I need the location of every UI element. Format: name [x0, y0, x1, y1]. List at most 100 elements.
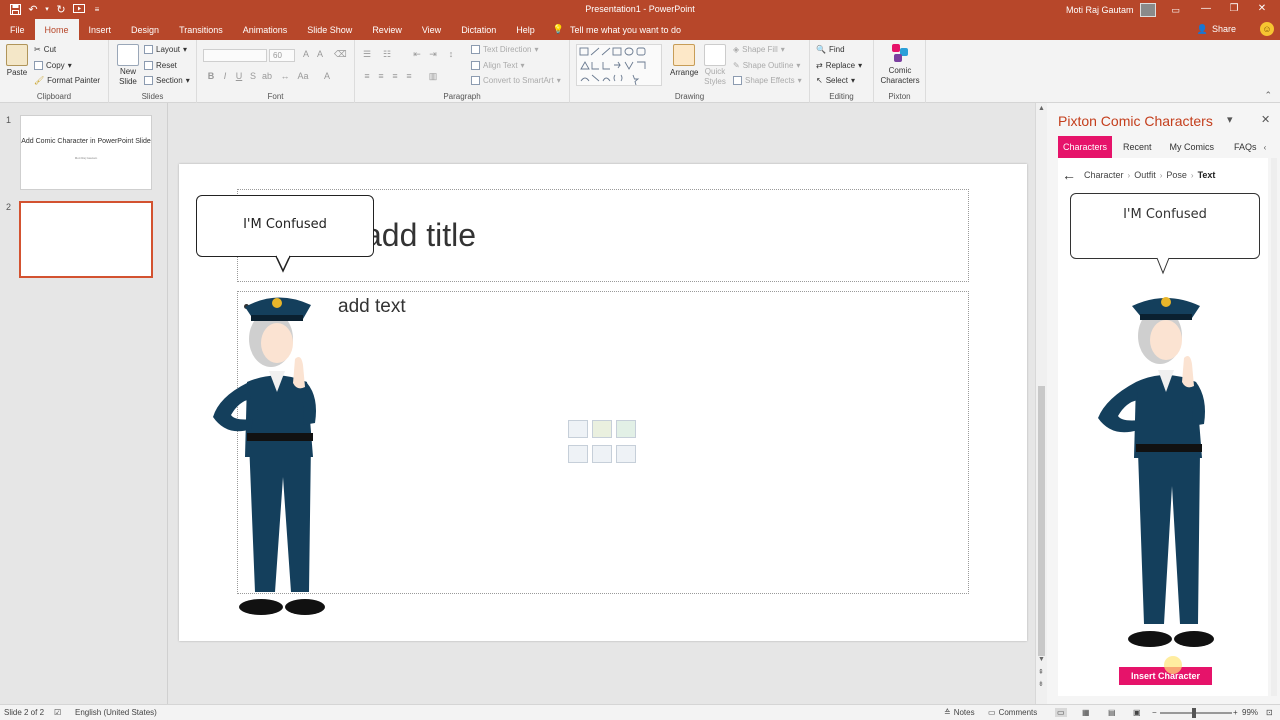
tab-faqs[interactable]: FAQs [1229, 136, 1262, 158]
insert-chart-icon[interactable] [592, 420, 612, 438]
tab-insert[interactable]: Insert [79, 19, 122, 40]
spell-check-icon[interactable]: ☑ [54, 708, 61, 717]
find-button[interactable]: 🔍 Find [816, 45, 845, 54]
tab-characters[interactable]: Characters [1058, 136, 1113, 158]
slide-speech-bubble[interactable]: I'M Confused [196, 195, 374, 257]
arrange-button[interactable]: Arrange [670, 44, 698, 77]
back-arrow-icon[interactable]: ← [1062, 167, 1076, 183]
scroll-up-icon[interactable]: ▲ [1038, 105, 1045, 112]
ribbon-display-icon[interactable]: ▭ [1172, 5, 1181, 16]
numbering-icon[interactable]: ☷ [381, 49, 393, 60]
reading-view-icon[interactable]: ▤ [1108, 708, 1116, 717]
char-spacing-icon[interactable]: ↔ [279, 71, 291, 81]
align-right-icon[interactable]: ≡ [389, 71, 401, 81]
tab-file[interactable]: File [0, 19, 35, 40]
tab-my-comics[interactable]: My Comics [1165, 136, 1220, 158]
breadcrumb-character[interactable]: Character [1084, 170, 1124, 180]
tab-slide-show[interactable]: Slide Show [297, 19, 362, 40]
align-left-icon[interactable]: ≡ [361, 71, 373, 81]
tab-recent[interactable]: Recent [1118, 136, 1157, 158]
character-preview[interactable] [1086, 294, 1226, 654]
shrink-font-icon[interactable]: A [314, 49, 326, 59]
section-button[interactable]: Section ▾ [144, 76, 190, 85]
share-button[interactable]: 👤 Share [1197, 24, 1236, 35]
zoom-level[interactable]: 99% [1242, 708, 1258, 717]
comments-button[interactable]: ▭ Comments [988, 708, 1037, 717]
insert-picture-icon[interactable] [568, 445, 588, 463]
font-color-icon[interactable]: A [321, 71, 333, 81]
shapes-gallery[interactable] [576, 44, 662, 86]
new-slide-button[interactable]: New Slide [117, 44, 139, 86]
line-spacing-icon[interactable]: ↕ [445, 49, 457, 59]
insert-table-icon[interactable] [568, 420, 588, 438]
increase-indent-icon[interactable]: ⇥ [427, 49, 439, 60]
insert-online-picture-icon[interactable] [592, 445, 612, 463]
replace-button[interactable]: ⇄ Replace ▾ [816, 61, 862, 70]
tab-animations[interactable]: Animations [233, 19, 298, 40]
tab-review[interactable]: Review [362, 19, 412, 40]
clear-formatting-icon[interactable]: ⌫ [334, 49, 347, 60]
change-case-icon[interactable]: Aa [297, 71, 309, 81]
tab-transitions[interactable]: Transitions [169, 19, 233, 40]
scroll-down-icon[interactable]: ▼ [1038, 656, 1045, 663]
shape-outline-button[interactable]: ✎ Shape Outline ▾ [733, 61, 800, 70]
align-center-icon[interactable]: ≡ [375, 71, 387, 81]
bold-icon[interactable]: B [205, 71, 217, 81]
breadcrumb-pose[interactable]: Pose [1166, 170, 1187, 180]
columns-icon[interactable]: ▥ [427, 71, 439, 82]
next-slide-icon[interactable]: ⇟ [1038, 680, 1044, 688]
language-status[interactable]: English (United States) [75, 708, 157, 717]
minimize-icon[interactable]: — [1192, 2, 1220, 16]
close-pane-icon[interactable]: ✕ [1261, 113, 1270, 126]
user-account[interactable]: Moti Raj Gautam ▭ [1066, 3, 1180, 17]
slide-thumbnail-2[interactable] [19, 201, 153, 278]
feedback-smiley-icon[interactable]: ☺ [1260, 22, 1274, 36]
insert-video-icon[interactable] [616, 445, 636, 463]
shadow-icon[interactable]: S [247, 71, 259, 81]
reset-button[interactable]: Reset [144, 61, 177, 70]
smartart-button[interactable]: Convert to SmartArt ▾ [471, 76, 561, 85]
tab-dictation[interactable]: Dictation [451, 19, 506, 40]
breadcrumb-text[interactable]: Text [1198, 170, 1216, 180]
scrollbar-thumb[interactable] [1038, 386, 1045, 656]
quick-styles-button[interactable]: Quick Styles [704, 44, 726, 86]
zoom-out-icon[interactable]: − [1152, 708, 1157, 717]
comic-characters-button[interactable]: Comic Characters [876, 43, 924, 85]
align-text-button[interactable]: Align Text ▾ [471, 61, 525, 70]
content-placeholder[interactable]: add text [237, 291, 969, 594]
close-icon[interactable]: ✕ [1248, 2, 1276, 16]
cut-button[interactable]: ✂ Cut [34, 45, 56, 54]
collapse-ribbon-icon[interactable]: ⌃ [1264, 90, 1272, 101]
font-name-field[interactable] [203, 49, 267, 62]
underline-icon[interactable]: U [233, 71, 245, 81]
layout-button[interactable]: Layout ▾ [144, 45, 187, 54]
tab-design[interactable]: Design [121, 19, 169, 40]
font-size-field[interactable]: 60 [269, 49, 295, 62]
justify-icon[interactable]: ≡ [403, 71, 415, 81]
police-character[interactable] [207, 287, 343, 627]
bullets-icon[interactable]: ☰ [361, 49, 373, 60]
decrease-indent-icon[interactable]: ⇤ [411, 49, 423, 60]
copy-button[interactable]: Copy ▾ [34, 61, 72, 70]
fit-slide-icon[interactable]: ⊡ [1266, 708, 1273, 717]
italic-icon[interactable]: I [219, 71, 231, 81]
insert-smartart-icon[interactable] [616, 420, 636, 438]
tab-home[interactable]: Home [34, 19, 79, 40]
zoom-slider[interactable] [1160, 712, 1232, 714]
slide[interactable]: add title add text I'M Confused [179, 164, 1027, 641]
text-direction-button[interactable]: Text Direction ▾ [471, 45, 538, 54]
tell-me-search[interactable]: 💡 Tell me what you want to do [553, 19, 681, 40]
tabs-scroll-left-icon[interactable]: ‹ [1264, 143, 1267, 152]
tab-help[interactable]: Help [506, 19, 545, 40]
restore-icon[interactable]: ❐ [1220, 2, 1248, 16]
format-painter-button[interactable]: 🖌 Format Painter [34, 76, 100, 85]
grow-font-icon[interactable]: A [300, 49, 312, 59]
normal-view-icon[interactable]: ▭ [1055, 708, 1067, 717]
shape-fill-button[interactable]: ◈ Shape Fill ▾ [733, 45, 785, 54]
zoom-slider-knob[interactable] [1192, 708, 1196, 718]
slide-sorter-icon[interactable]: ▦ [1082, 708, 1090, 717]
shape-effects-button[interactable]: Shape Effects ▾ [733, 76, 802, 85]
tab-view[interactable]: View [412, 19, 451, 40]
slideshow-view-icon[interactable]: ▣ [1133, 708, 1141, 717]
select-button[interactable]: ↖ Select ▾ [816, 76, 855, 85]
